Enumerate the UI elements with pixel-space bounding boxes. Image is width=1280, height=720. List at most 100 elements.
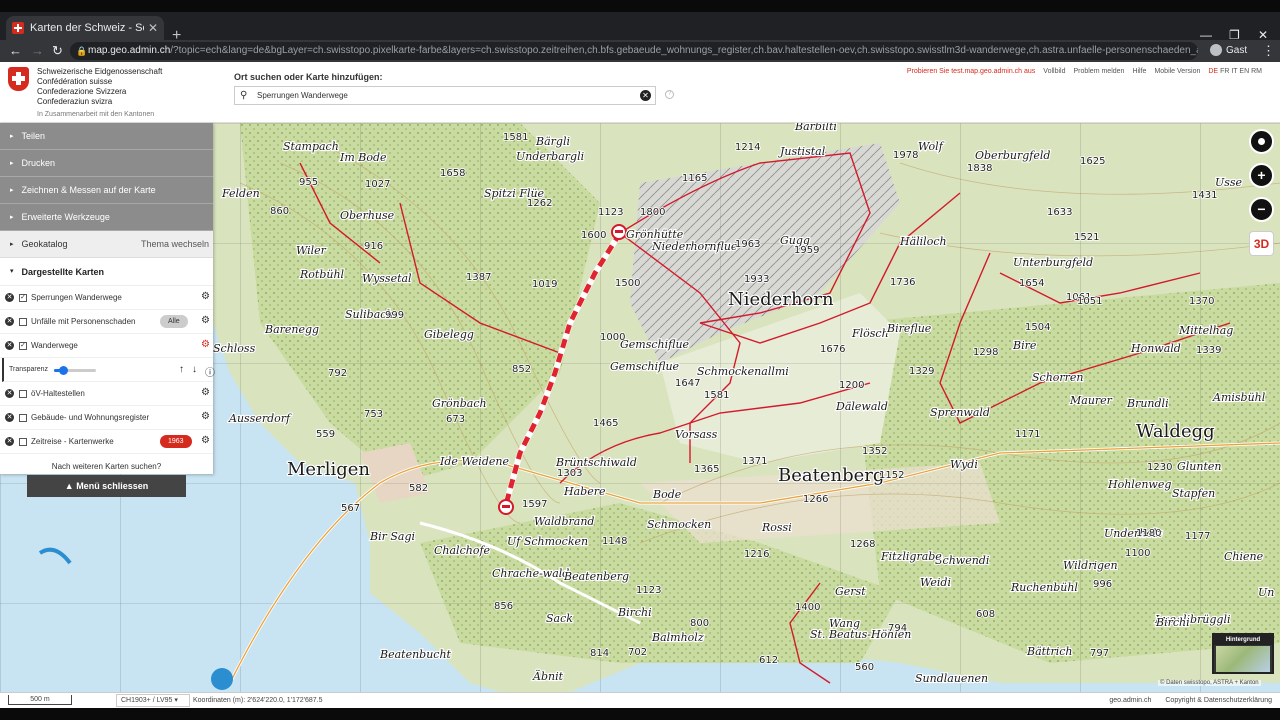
layer-label: Wanderwege: [31, 341, 78, 350]
map-label: Vorsass: [675, 428, 718, 441]
lang-fr[interactable]: FR: [1220, 68, 1229, 75]
crs-select[interactable]: CH1903+ / LV95 ▾: [116, 694, 190, 707]
remove-layer-icon[interactable]: ✕: [5, 293, 14, 302]
map-label: Honwald: [1130, 342, 1181, 355]
spot-height: 1647: [675, 378, 700, 389]
map-label: Schloss: [213, 342, 256, 355]
help-link[interactable]: Hilfe: [1132, 68, 1146, 75]
map-label: Underbargli: [516, 150, 584, 163]
spot-height: 1216: [744, 549, 769, 560]
browser-address-bar: ← → ↻ 🔒 map.geo.admin.ch/?topic=ech&lang…: [0, 40, 1280, 62]
url-field[interactable]: 🔒 map.geo.admin.ch/?topic=ech&lang=de&bg…: [70, 42, 1198, 60]
layer-checkbox[interactable]: ✓: [19, 342, 27, 350]
closure-marker-north[interactable]: [611, 224, 627, 240]
transparency-slider[interactable]: [54, 366, 96, 375]
mobile-version-link[interactable]: Mobile Version: [1154, 68, 1200, 75]
move-down-icon[interactable]: ↓: [192, 364, 197, 375]
remove-layer-icon[interactable]: ✕: [5, 437, 14, 446]
lang-it[interactable]: IT: [1231, 68, 1237, 75]
section-share[interactable]: ▸ Teilen: [0, 123, 213, 150]
lang-de[interactable]: DE: [1208, 68, 1218, 75]
spot-height: 1933: [744, 274, 769, 285]
map-label: Wiler: [296, 244, 327, 257]
forward-icon[interactable]: →: [31, 43, 44, 59]
info-icon[interactable]: ⓘ: [205, 364, 215, 379]
move-up-icon[interactable]: ↑: [179, 364, 184, 375]
layer-checkbox[interactable]: [19, 318, 27, 326]
gear-icon[interactable]: ⚙: [201, 291, 210, 302]
remove-layer-icon[interactable]: ✕: [5, 341, 14, 350]
spot-height: 996: [1093, 579, 1112, 590]
url-path: /?topic=ech&lang=de&bgLayer=ch.swisstopo…: [170, 45, 1198, 56]
remove-layer-icon[interactable]: ✕: [5, 389, 14, 398]
lang-en[interactable]: EN: [1239, 68, 1249, 75]
layer-checkbox[interactable]: ✓: [19, 294, 27, 302]
help-icon[interactable]: ?: [665, 90, 674, 99]
spot-height: 1123: [598, 207, 623, 218]
geolocation-button[interactable]: [1249, 129, 1274, 154]
close-menu-button[interactable]: ▲ Menü schliessen: [27, 475, 186, 497]
gear-icon[interactable]: ⚙: [201, 435, 210, 446]
map-label: Wildrigen: [1063, 559, 1118, 572]
3d-button[interactable]: 3D: [1249, 231, 1274, 256]
zoom-out-button[interactable]: −: [1249, 197, 1274, 222]
map-label: Wyssetal: [362, 272, 412, 285]
map-label: Beatenberg: [563, 570, 629, 583]
section-geocatalog[interactable]: ▸ Geokatalog Thema wechseln: [0, 231, 213, 258]
browser-tab[interactable]: Karten der Schweiz - Schweizeris ✕: [6, 16, 164, 40]
layer-checkbox[interactable]: [19, 390, 27, 398]
tab-close-icon[interactable]: ✕: [148, 21, 158, 35]
zoom-in-button[interactable]: +: [1249, 163, 1274, 188]
section-draw-measure[interactable]: ▸ Zeichnen & Messen auf der Karte: [0, 177, 213, 204]
layer-checkbox[interactable]: [19, 414, 27, 422]
layer-row: ✕ öV-Haltestellen ⚙: [0, 382, 213, 406]
gear-icon[interactable]: ⚙: [201, 315, 210, 326]
map-label: Flösch: [851, 327, 889, 340]
lang-rm[interactable]: RM: [1251, 68, 1262, 75]
reload-icon[interactable]: ↻: [52, 43, 63, 59]
copyright-link[interactable]: Copyright & Datenschutzerklärung: [1165, 697, 1272, 704]
spot-height: 1027: [365, 179, 390, 190]
clear-search-icon[interactable]: ✕: [640, 90, 651, 101]
chevron-down-icon: ▾: [10, 267, 14, 275]
spot-height: 999: [385, 310, 404, 321]
section-print[interactable]: ▸ Drucken: [0, 150, 213, 177]
section-advanced-tools[interactable]: ▸ Erweiterte Werkzeuge: [0, 204, 213, 231]
profile-button[interactable]: Gast: [1210, 44, 1247, 56]
footer-bar: 500 m CH1903+ / LV95 ▾ Koordinaten (m): …: [0, 692, 1280, 708]
remove-layer-icon[interactable]: ✕: [5, 413, 14, 422]
geo-admin-link[interactable]: geo.admin.ch: [1109, 697, 1151, 704]
theme-switch-link[interactable]: Thema wechseln: [141, 231, 209, 258]
side-panel: ▸ Teilen ▸ Drucken ▸ Zeichnen & Messen auf …: [0, 123, 215, 474]
layer-label: Zeitreise - Kartenwerke: [31, 437, 114, 446]
spot-height: 860: [270, 206, 289, 217]
spot-height: 1736: [890, 277, 915, 288]
layer-checkbox[interactable]: [19, 438, 27, 446]
search-input[interactable]: ⚲ Sperrungen Wanderwege ✕: [234, 86, 656, 105]
spot-height: 1521: [1074, 232, 1099, 243]
report-problem-link[interactable]: Problem melden: [1073, 68, 1124, 75]
gear-icon[interactable]: ⚙: [201, 339, 210, 350]
test-site-link[interactable]: Probieren Sie test.map.geo.admin.ch aus: [907, 68, 1035, 75]
slider-knob[interactable]: [59, 366, 69, 375]
spot-height: 1262: [527, 198, 552, 209]
map-label: Un: [1258, 586, 1274, 599]
fullscreen-link[interactable]: Vollbild: [1043, 68, 1065, 75]
more-maps-link[interactable]: Nach weiteren Karten suchen?: [0, 462, 213, 471]
confed-line-rm: Confederaziun svizra: [37, 97, 113, 106]
back-icon[interactable]: ←: [9, 43, 22, 59]
chevron-right-icon: ▸: [10, 240, 14, 248]
background-switcher[interactable]: Hintergrund: [1212, 633, 1274, 674]
spot-height: 1352: [862, 446, 887, 457]
browser-menu-icon[interactable]: ⋮: [1262, 43, 1275, 59]
year-badge[interactable]: 1963: [160, 435, 192, 448]
spot-height: 792: [328, 368, 347, 379]
closure-marker-south[interactable]: [498, 499, 514, 515]
section-displayed-maps[interactable]: ▾ Dargestellte Karten: [0, 258, 213, 286]
gear-icon[interactable]: ⚙: [201, 411, 210, 422]
map-label: Stapfen: [1172, 487, 1215, 500]
gear-icon[interactable]: ⚙: [201, 387, 210, 398]
remove-layer-icon[interactable]: ✕: [5, 317, 14, 326]
chevron-right-icon: ▸: [10, 213, 14, 221]
filter-badge[interactable]: Alle: [160, 315, 188, 328]
